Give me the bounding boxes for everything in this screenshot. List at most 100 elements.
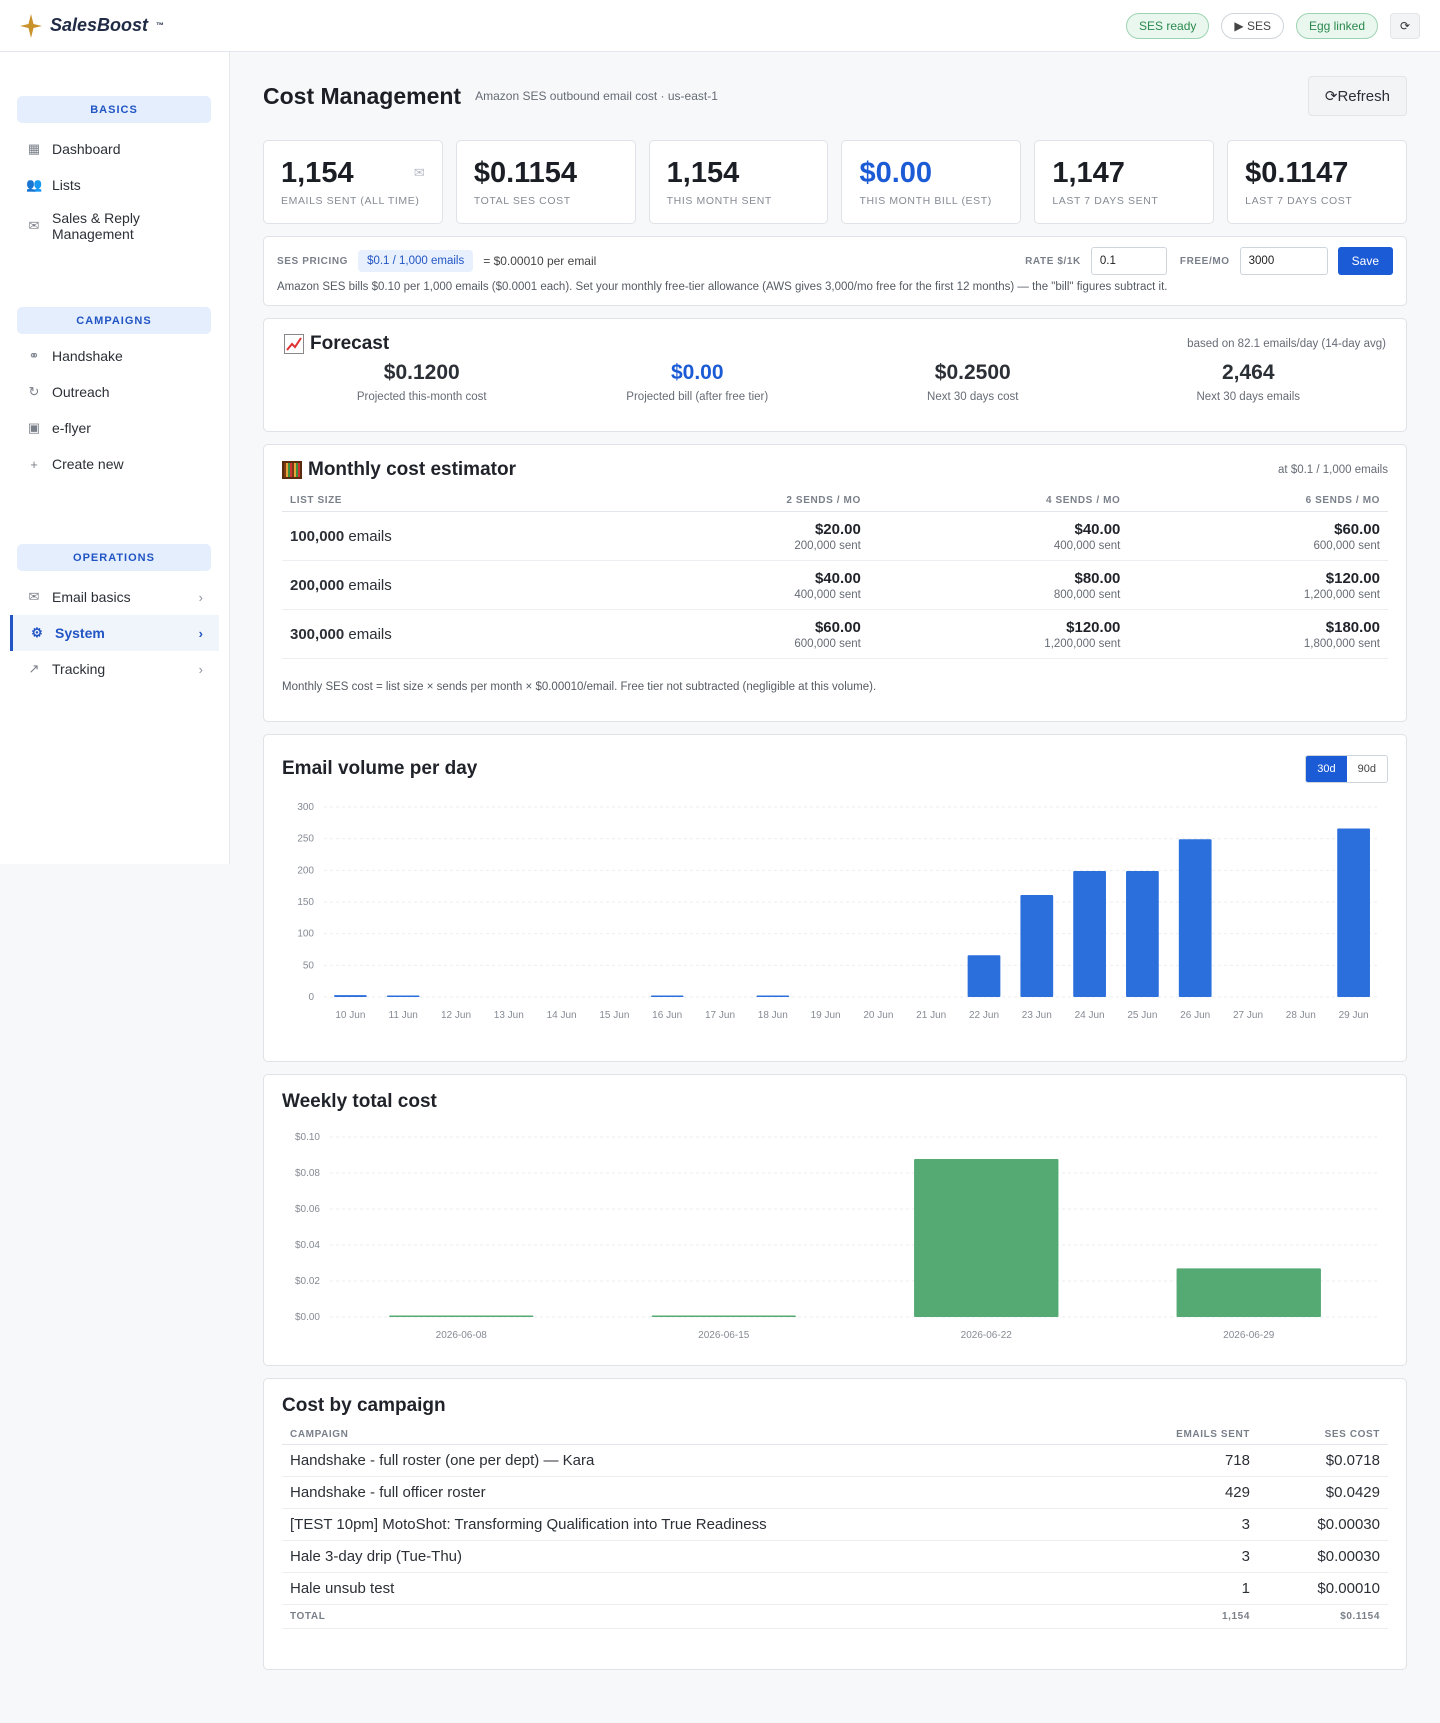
forecast-title: Forecast	[310, 333, 390, 354]
emails-sent: 3	[1107, 1508, 1258, 1541]
egg-linked-pill[interactable]: Egg linked	[1295, 12, 1378, 39]
users-icon: 👥	[26, 177, 43, 192]
campaign-cost-card: Cost by campaign CAMPAIGN EMAILS SENT SE…	[263, 1378, 1407, 1670]
table-row[interactable]: [TEST 10pm] MotoShot: Transforming Quali…	[282, 1508, 1388, 1541]
free-label: FREE/MO	[1179, 255, 1230, 267]
x-tick-label: 16 Jun	[652, 1010, 682, 1021]
forecast-value: $0.00	[670, 361, 724, 384]
table-row[interactable]: Handshake - full roster (one per dept) —…	[282, 1444, 1388, 1477]
rate-input[interactable]	[1090, 247, 1167, 275]
list-size: 200,000	[290, 576, 345, 594]
bar	[1020, 895, 1054, 997]
sidebar-item-tracking[interactable]: ↗ Tracking ›	[0, 651, 229, 687]
range-30d-button[interactable]: 30d	[1306, 756, 1347, 782]
stat-value: 1,154	[666, 157, 740, 189]
column-header: 2 SENDS / MO	[613, 487, 869, 512]
ses-play-pill[interactable]: ▶ SES	[1221, 12, 1284, 39]
y-tick-label: $0.08	[295, 1168, 320, 1179]
per-email-text: = $0.00010 per email	[483, 254, 597, 268]
table-row[interactable]: Hale unsub test 1 $0.00010	[282, 1572, 1388, 1605]
bar	[389, 1315, 534, 1317]
estimator-footnote: Monthly SES cost = list size × sends per…	[282, 681, 877, 693]
chevron-right-icon: ›	[198, 589, 203, 605]
sidebar-item-sales-reply[interactable]: ✉ Sales & Reply Management	[0, 203, 229, 249]
sidebar-item-eflyer[interactable]: ▣ e-flyer	[0, 410, 229, 446]
column-header: CAMPAIGN	[282, 1421, 1108, 1445]
bar	[651, 1315, 796, 1317]
x-tick-label: 2026-06-15	[698, 1330, 750, 1341]
main-content: Cost Management Amazon SES outbound emai…	[263, 52, 1407, 1670]
volume-bar-chart: 0 50 100 150 200 250 300 10 Jun 11 Jun 12 Jun 13 J…	[297, 802, 1380, 1021]
sidebar-item-dashboard[interactable]: ▦ Dashboard	[0, 131, 229, 167]
sidebar-item-system[interactable]: ⚙ System ›	[10, 615, 219, 651]
sidebar-section-campaigns: CAMPAIGNS	[17, 307, 211, 334]
emails-sent: 3	[1107, 1540, 1258, 1573]
x-tick-label: 2026-06-29	[1223, 1330, 1275, 1341]
pricing-note: Amazon SES bills $0.10 per 1,000 emails …	[277, 281, 1168, 293]
total-cost: $0.1154	[1258, 1604, 1388, 1629]
sent-value: 1,200,000 sent	[1303, 588, 1380, 601]
y-tick-label: 100	[297, 929, 314, 940]
stat-cards: 1,154 EMAILS SENT (ALL TIME) ✉ $0.1154 TOTA…	[263, 140, 1407, 224]
stat-value: 1,147	[1052, 157, 1125, 189]
weekly-title: Weekly total cost	[282, 1091, 437, 1112]
range-90d-button[interactable]: 90d	[1347, 756, 1387, 782]
table-row[interactable]: Hale 3-day drip (Tue-Thu) 3 $0.00030	[282, 1540, 1388, 1573]
y-tick-label: 250	[297, 834, 314, 845]
brand[interactable]: SalesBoost ™	[20, 13, 164, 38]
list-size-unit: emails	[348, 527, 392, 545]
estimator-card: Monthly cost estimator at $0.1 / 1,000 e…	[263, 444, 1407, 722]
sidebar-section-operations: OPERATIONS	[17, 544, 211, 571]
reload-icon[interactable]: ⟳	[1390, 12, 1420, 39]
chevron-right-icon: ›	[198, 625, 203, 641]
x-tick-label: 17 Jun	[705, 1010, 735, 1021]
x-tick-label: 18 Jun	[758, 1010, 788, 1021]
page-header: Cost Management Amazon SES outbound emai…	[263, 52, 1407, 140]
dashboard-icon: ▦	[27, 141, 41, 156]
inbox-icon: ✉	[28, 218, 40, 233]
sidebar-item-create-new[interactable]: + Create new	[0, 446, 229, 482]
stat-value: $0.00	[859, 157, 933, 189]
sent-value: 400,000 sent	[1053, 539, 1121, 552]
sidebar-item-handshake[interactable]: ⚭ Handshake	[0, 338, 229, 374]
stat-label: LAST 7 DAYS COST	[1245, 195, 1353, 207]
ses-cost: $0.0429	[1258, 1476, 1388, 1509]
column-header: LIST SIZE	[282, 487, 614, 512]
sidebar-item-label: e-flyer	[52, 420, 91, 436]
sidebar-item-label: Outreach	[52, 384, 110, 400]
abacus-icon	[282, 461, 302, 479]
sent-value: 1,200,000 sent	[1044, 637, 1121, 650]
stat-card-week-cost: $0.1147 LAST 7 DAYS COST	[1227, 140, 1407, 224]
y-tick-label: 150	[297, 897, 314, 908]
bar	[756, 995, 790, 997]
stat-label: EMAILS SENT (ALL TIME)	[281, 195, 420, 207]
x-tick-label: 21 Jun	[916, 1010, 946, 1021]
sidebar-item-label: Create new	[52, 456, 124, 472]
refresh-button[interactable]: ⟳Refresh	[1307, 76, 1407, 116]
x-tick-label: 10 Jun	[335, 1010, 365, 1021]
cost-value: $120.00	[1066, 618, 1121, 636]
sidebar-item-outreach[interactable]: ↻ Outreach	[0, 374, 229, 410]
sent-value: 600,000 sent	[794, 637, 861, 650]
volume-chart-card: Email volume per day 30d 90d 0 50 100 150 20…	[263, 734, 1407, 1062]
forecast-item: $0.00 Projected bill (after free tier)	[560, 361, 836, 403]
y-tick-label: $0.10	[295, 1132, 320, 1143]
sent-value: 400,000 sent	[794, 588, 861, 601]
weekly-cost-card: Weekly total cost $0.00 $0.02 $0.04 $0.06 $0…	[263, 1074, 1407, 1366]
forecast-item: $0.1200 Projected this-month cost	[284, 361, 560, 403]
campaign-name: Hale unsub test	[282, 1572, 1108, 1605]
estimator-table: LIST SIZE 2 SENDS / MO 4 SENDS / MO 6 SE…	[282, 487, 1388, 659]
x-tick-label: 25 Jun	[1127, 1010, 1157, 1021]
sent-value: 800,000 sent	[1053, 588, 1121, 601]
sidebar-item-email-basics[interactable]: ✉ Email basics ›	[0, 579, 229, 615]
ses-cost: $0.00030	[1258, 1540, 1388, 1573]
free-tier-input[interactable]	[1239, 247, 1328, 275]
save-button[interactable]: Save	[1337, 247, 1393, 275]
x-tick-label: 11 Jun	[389, 1010, 418, 1021]
table-row[interactable]: Handshake - full officer roster 429 $0.042…	[282, 1476, 1388, 1509]
sidebar-item-lists[interactable]: 👥 Lists	[0, 167, 229, 203]
campaign-table: CAMPAIGN EMAILS SENT SES COST Handshake …	[282, 1421, 1388, 1629]
cost-value: $40.00	[1074, 520, 1121, 538]
ses-ready-pill[interactable]: SES ready	[1126, 12, 1210, 39]
stat-value: $0.1154	[473, 157, 578, 189]
